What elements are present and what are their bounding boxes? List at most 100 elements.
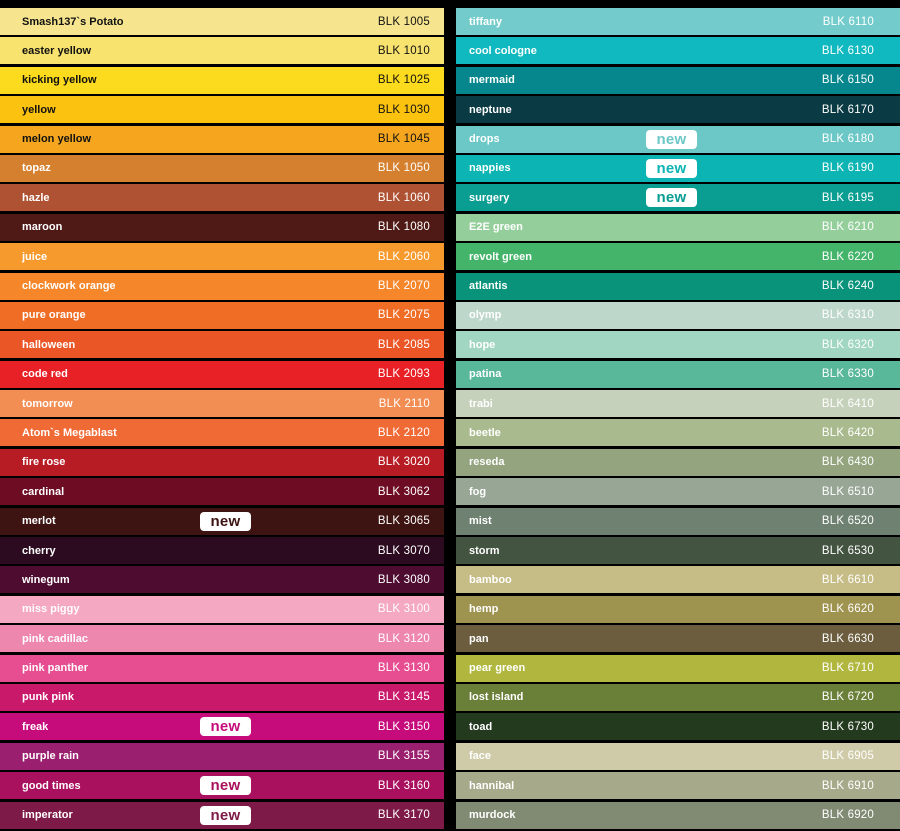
color-swatch-row: hemp BLK 6620 bbox=[456, 595, 900, 623]
color-code: BLK 6320 bbox=[821, 338, 874, 351]
color-code: BLK 3130 bbox=[377, 662, 430, 675]
color-swatch-row: topaz BLK 1050 bbox=[0, 154, 444, 182]
color-name: neptune bbox=[469, 103, 512, 116]
color-code: BLK 3170 bbox=[377, 809, 430, 822]
color-code: BLK 6430 bbox=[821, 456, 874, 469]
color-code: BLK 6310 bbox=[821, 309, 874, 322]
color-code: BLK 6905 bbox=[821, 750, 874, 763]
color-name: pink cadillac bbox=[22, 632, 89, 645]
color-name: good times bbox=[22, 779, 81, 792]
color-code: BLK 6240 bbox=[821, 280, 874, 293]
color-swatch-row: pink panther BLK 3130 bbox=[0, 654, 444, 682]
right-swatch-column: tiffany BLK 6110 cool cologne BLK 6130 merma… bbox=[456, 8, 900, 831]
color-swatch-row: purple rain BLK 3155 bbox=[0, 742, 444, 770]
color-swatch-row: halloween BLK 2085 bbox=[0, 331, 444, 359]
color-name: Smash137`s Potato bbox=[22, 15, 124, 28]
new-badge: new bbox=[200, 511, 251, 531]
color-name: mist bbox=[469, 515, 492, 528]
color-code: BLK 6720 bbox=[821, 691, 874, 704]
color-code: BLK 6190 bbox=[821, 162, 874, 175]
color-swatch-row: beetle BLK 6420 bbox=[456, 419, 900, 447]
color-swatch-row: surgery new BLK 6195 bbox=[456, 184, 900, 212]
color-swatch-row: E2E green BLK 6210 bbox=[456, 213, 900, 241]
color-name: Atom`s Megablast bbox=[22, 426, 117, 439]
color-code: BLK 6910 bbox=[821, 779, 874, 792]
color-code: BLK 6210 bbox=[821, 221, 874, 234]
color-swatch-row: hope BLK 6320 bbox=[456, 331, 900, 359]
color-swatch-row: cool cologne BLK 6130 bbox=[456, 37, 900, 65]
color-code: BLK 1005 bbox=[377, 15, 430, 28]
color-swatch-row: code red BLK 2093 bbox=[0, 360, 444, 388]
color-name: hemp bbox=[469, 603, 499, 616]
color-name: miss piggy bbox=[22, 603, 80, 616]
color-code: BLK 6730 bbox=[821, 720, 874, 733]
color-code: BLK 6110 bbox=[822, 15, 874, 28]
color-code: BLK 3155 bbox=[377, 750, 430, 763]
color-swatch-row: pear green BLK 6710 bbox=[456, 654, 900, 682]
color-swatch-row: winegum BLK 3080 bbox=[0, 566, 444, 594]
color-name: bamboo bbox=[469, 573, 512, 586]
color-code: BLK 2120 bbox=[377, 426, 430, 439]
color-name: purple rain bbox=[22, 750, 79, 763]
color-code: BLK 2060 bbox=[377, 250, 430, 263]
color-code: BLK 3145 bbox=[377, 691, 430, 704]
color-name: maroon bbox=[22, 221, 63, 234]
color-swatch-row: lost island BLK 6720 bbox=[456, 683, 900, 711]
color-code: BLK 3065 bbox=[377, 515, 430, 528]
color-code: BLK 2075 bbox=[377, 309, 430, 322]
color-swatch-row: fire rose BLK 3020 bbox=[0, 448, 444, 476]
color-code: BLK 1010 bbox=[377, 44, 430, 57]
color-code: BLK 6180 bbox=[821, 133, 874, 146]
color-swatch-row: atlantis BLK 6240 bbox=[456, 272, 900, 300]
color-code: BLK 6920 bbox=[821, 809, 874, 822]
color-swatch-row: juice BLK 2060 bbox=[0, 243, 444, 271]
color-code: BLK 6195 bbox=[821, 191, 874, 204]
color-code: BLK 1060 bbox=[377, 191, 430, 204]
color-name: tomorrow bbox=[22, 397, 73, 410]
color-name: pink panther bbox=[22, 662, 89, 675]
color-swatch-row: kicking yellow BLK 1025 bbox=[0, 66, 444, 94]
color-swatch-row: neptune BLK 6170 bbox=[456, 96, 900, 124]
color-swatch-row: hannibal BLK 6910 bbox=[456, 772, 900, 800]
color-swatch-row: trabi BLK 6410 bbox=[456, 390, 900, 418]
color-name: fog bbox=[469, 485, 487, 498]
color-name: juice bbox=[22, 250, 48, 263]
color-swatch-row: reseda BLK 6430 bbox=[456, 448, 900, 476]
color-code: BLK 6510 bbox=[821, 485, 874, 498]
color-code: BLK 2085 bbox=[377, 338, 430, 351]
color-code: BLK 6610 bbox=[821, 573, 874, 586]
color-name: kicking yellow bbox=[22, 74, 97, 87]
color-swatch-row: easter yellow BLK 1010 bbox=[0, 37, 444, 65]
color-name: cherry bbox=[22, 544, 56, 557]
color-name: yellow bbox=[22, 103, 56, 116]
new-badge: new bbox=[200, 776, 251, 796]
color-name: easter yellow bbox=[22, 44, 92, 57]
color-code: BLK 6710 bbox=[821, 662, 874, 675]
color-code: BLK 2070 bbox=[377, 280, 430, 293]
color-swatch-row: murdock BLK 6920 bbox=[456, 801, 900, 829]
color-swatch-row: mist BLK 6520 bbox=[456, 507, 900, 535]
new-badge: new bbox=[646, 129, 697, 149]
new-badge: new bbox=[646, 188, 697, 208]
color-code: BLK 6170 bbox=[821, 103, 874, 116]
color-name: punk pink bbox=[22, 691, 74, 704]
color-code: BLK 6220 bbox=[821, 250, 874, 263]
color-name: revolt green bbox=[469, 250, 532, 263]
color-swatch-row: drops new BLK 6180 bbox=[456, 125, 900, 153]
color-name: toad bbox=[469, 720, 493, 733]
color-name: pure orange bbox=[22, 309, 86, 322]
color-name: storm bbox=[469, 544, 500, 557]
color-name: face bbox=[469, 750, 492, 763]
color-name: hannibal bbox=[469, 779, 515, 792]
color-code: BLK 3020 bbox=[377, 456, 430, 469]
color-name: surgery bbox=[469, 191, 510, 204]
color-code: BLK 1080 bbox=[377, 221, 430, 234]
color-name: patina bbox=[469, 368, 502, 381]
color-code: BLK 3120 bbox=[377, 632, 430, 645]
color-swatch-row: punk pink BLK 3145 bbox=[0, 683, 444, 711]
color-swatch-row: good times new BLK 3160 bbox=[0, 772, 444, 800]
color-name: drops bbox=[469, 133, 500, 146]
color-name: tiffany bbox=[469, 15, 502, 28]
color-name: melon yellow bbox=[22, 133, 92, 146]
color-name: beetle bbox=[469, 426, 501, 439]
